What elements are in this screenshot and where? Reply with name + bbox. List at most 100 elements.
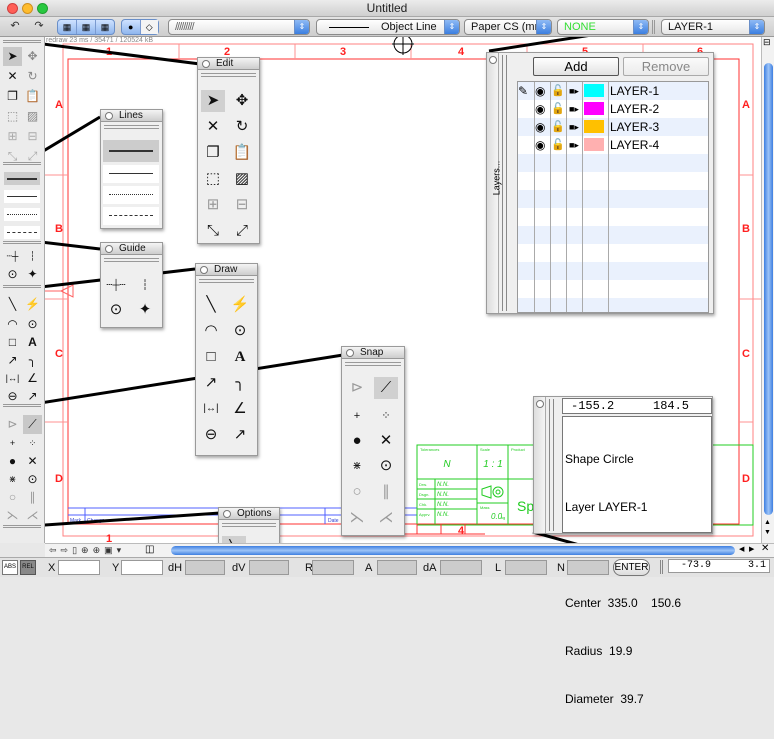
draw-fillet-icon[interactable]: ╮ [23, 351, 42, 370]
snap-grid-dots-icon[interactable]: ⁘ [23, 434, 42, 453]
linestyle-select[interactable]: Object Line ⇕ [316, 19, 460, 35]
snap-on-circle-icon[interactable]: ○ [3, 488, 22, 507]
select-arrow-icon[interactable]: ➤ [3, 47, 22, 66]
palette-grip[interactable] [345, 362, 401, 366]
draw-dimension-icon[interactable]: |↔| [3, 369, 22, 388]
paste-icon[interactable]: 📋 [230, 142, 254, 164]
guide-point-icon[interactable]: ✦ [133, 299, 157, 321]
snap-parallel-icon[interactable]: ∥ [23, 488, 42, 507]
undo-button[interactable]: ↶ [6, 19, 24, 35]
copy-icon[interactable]: ❐ [3, 87, 22, 106]
guide-vertical-icon[interactable]: ┆ [23, 247, 42, 266]
line-dashdot[interactable] [103, 186, 159, 204]
abs-toggle[interactable]: ABS [2, 560, 18, 575]
visibility-eye-icon[interactable]: ◉ [535, 136, 545, 154]
layer-color-swatch[interactable] [584, 138, 604, 151]
layer-name[interactable]: LAYER-2 [610, 100, 659, 118]
move-icon[interactable]: ✥ [23, 47, 42, 66]
draw-palette-header[interactable]: Draw [196, 264, 257, 276]
palette-close-button[interactable] [346, 349, 354, 357]
layer-select[interactable]: LAYER-1 ⇕ [661, 19, 765, 35]
layer-color-swatch[interactable] [584, 84, 604, 97]
guide-circle-icon[interactable]: ⊙ [104, 299, 128, 321]
draw-rectangle-icon[interactable]: □ [3, 333, 22, 352]
snap-endpoint-icon[interactable]: ⟋ [374, 377, 398, 399]
draw-angle-dim-icon[interactable]: ∠ [228, 398, 252, 420]
palette-close-button[interactable] [200, 266, 208, 274]
delete-icon[interactable]: ✕ [3, 67, 22, 86]
split-view-icon[interactable]: ⊟ [763, 37, 771, 48]
y-input[interactable] [121, 560, 163, 575]
lock-icon[interactable]: 🔓 [551, 118, 565, 136]
draw-arc-icon[interactable]: ◠ [3, 315, 22, 334]
snap-perpendicular-icon[interactable]: ⋋ [345, 507, 369, 529]
ungroup-icon[interactable]: ⊟ [23, 127, 42, 146]
selectable-icon[interactable]: ■▸ [569, 118, 579, 136]
snap-tangent-icon[interactable]: ⊳ [3, 415, 22, 434]
layer-color-swatch[interactable] [584, 120, 604, 133]
lock-icon[interactable]: 🔓 [551, 82, 565, 100]
rotate-icon[interactable]: ↻ [23, 67, 42, 86]
view-nav-icons[interactable]: ⇦⇨▯⊕⊕▣▾ [49, 545, 125, 556]
tree-view-2-icon[interactable]: ▦ [77, 20, 96, 34]
panel-grip[interactable] [549, 399, 554, 531]
snap-intersection-icon[interactable]: ✕ [374, 430, 398, 452]
line-solid-thick[interactable] [103, 140, 159, 162]
expand-icon[interactable]: ⤢ [230, 220, 254, 242]
snap-circle-center-icon[interactable]: ⊙ [23, 470, 42, 489]
draw-text-icon[interactable]: A [228, 346, 252, 368]
rotate-icon[interactable]: ↻ [230, 116, 254, 138]
layer-row[interactable]: ◉ 🔓 ■▸ LAYER-3 [517, 118, 707, 136]
palette-close-button[interactable] [105, 112, 113, 120]
draw-line-icon[interactable]: ╲ [3, 295, 22, 314]
draw-radius-icon[interactable]: ↗ [228, 424, 252, 446]
delete-icon[interactable]: ✕ [201, 116, 225, 138]
palette-grip[interactable] [3, 162, 41, 165]
snap-endpoint-icon[interactable]: ⟋ [23, 415, 42, 434]
vertical-scrollbar[interactable]: ⊟ ▲ ▼ [761, 37, 774, 543]
selectable-icon[interactable]: ■▸ [569, 100, 579, 118]
snap-grid-icon[interactable]: + [3, 434, 22, 453]
tree-view-segmented[interactable]: ▦ ▦ ▦ [57, 19, 115, 35]
line-solid-thin[interactable] [103, 165, 159, 183]
draw-arc-icon[interactable]: ◠ [199, 320, 223, 342]
panel-grip[interactable] [502, 55, 507, 311]
guide-point-icon[interactable]: ✦ [23, 265, 42, 284]
palette-close-button[interactable] [202, 60, 210, 68]
snap-intersection-icon[interactable]: ✕ [23, 452, 42, 471]
draw-circle-icon[interactable]: ⊙ [23, 315, 42, 334]
options-palette-header[interactable]: Options [219, 508, 279, 520]
palette-grip[interactable] [3, 404, 41, 407]
snap-nearest-icon[interactable]: ⋌ [23, 506, 42, 525]
palette-grip[interactable] [3, 525, 41, 528]
display-mode-segmented[interactable]: ● ◇ [121, 19, 159, 35]
scroll-down-arrow[interactable]: ▼ [764, 529, 771, 536]
draw-diameter-icon[interactable]: ⊖ [199, 424, 223, 446]
snap-parallel-icon[interactable]: ∥ [374, 481, 398, 503]
draw-leader-icon[interactable]: ↗ [3, 351, 22, 370]
lines-palette-header[interactable]: Lines [101, 110, 162, 122]
edit-palette-header[interactable]: Edit [198, 58, 259, 70]
coord-system-select[interactable]: Paper CS (mm) ⇕ [464, 19, 552, 35]
guide-horizontal-icon[interactable]: ┄┼ [3, 247, 22, 266]
snap-tangent-icon[interactable]: ⊳ [345, 377, 369, 399]
visibility-eye-icon[interactable]: ◉ [535, 82, 545, 100]
hatch-fill-icon[interactable]: ▨ [23, 107, 42, 126]
panel-close-button[interactable] [536, 400, 544, 408]
horizontal-scroll-thumb[interactable] [171, 546, 735, 555]
layer-row[interactable]: ◉ 🔓 ■▸ LAYER-2 [517, 100, 707, 118]
draw-angle-dim-icon[interactable]: ∠ [23, 369, 42, 388]
snap-mode-select[interactable]: NONE ⇕ [557, 19, 649, 35]
draw-rectangle-icon[interactable]: □ [199, 346, 223, 368]
a-input[interactable] [377, 560, 417, 575]
snap-on-circle-icon[interactable]: ○ [345, 481, 369, 503]
layer-color-swatch[interactable] [584, 102, 604, 115]
palette-grip[interactable] [201, 73, 256, 77]
draw-dimension-icon[interactable]: |↔| [199, 398, 223, 420]
palette-close-button[interactable] [105, 245, 113, 253]
x-input[interactable] [58, 560, 100, 575]
tree-view-1-icon[interactable]: ▦ [58, 20, 77, 34]
palette-close-button[interactable] [223, 510, 231, 518]
move-icon[interactable]: ✥ [230, 90, 254, 112]
line-dashdot[interactable] [4, 208, 40, 221]
